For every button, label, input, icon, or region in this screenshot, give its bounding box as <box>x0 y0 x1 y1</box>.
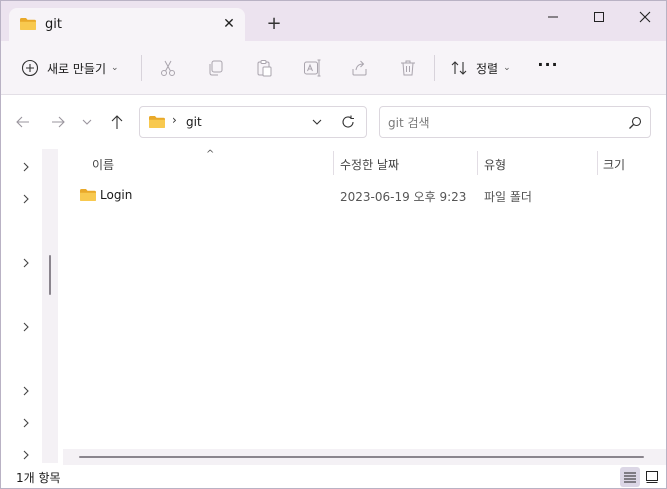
column-divider[interactable] <box>597 151 598 175</box>
horizontal-scrollbar[interactable] <box>63 449 666 465</box>
search-box[interactable] <box>379 106 651 138</box>
expand-chevron-icon[interactable] <box>19 384 33 398</box>
tab-title: git <box>45 17 62 32</box>
close-icon <box>639 11 651 23</box>
expand-chevron-icon[interactable] <box>19 448 33 462</box>
column-header-size[interactable]: 크기 <box>603 156 625 173</box>
navigation-pane-scrollbar[interactable] <box>42 149 58 463</box>
file-explorer-window: git ✕ + 새로 만들기 ⌄ 정렬 ⌄ ··· › git git 검색 ^… <box>0 0 667 489</box>
chevron-down-icon: ⌄ <box>111 63 119 73</box>
table-row[interactable]: Login 2023-06-19 오후 9:23 파일 폴더 <box>63 183 663 207</box>
row-type: 파일 폴더 <box>484 190 532 204</box>
command-bar: 새로 만들기 ⌄ 정렬 ⌄ ··· <box>1 41 666 95</box>
recent-locations-chevron-icon[interactable] <box>80 113 94 131</box>
chevron-down-icon: ⌄ <box>503 63 511 73</box>
maximize-button[interactable] <box>576 1 622 33</box>
expand-chevron-icon[interactable] <box>19 192 33 206</box>
tiles-view-icon <box>646 471 658 483</box>
column-divider[interactable] <box>333 151 334 175</box>
minimize-icon <box>548 16 558 18</box>
tab-git[interactable]: git ✕ <box>9 8 245 41</box>
close-window-button[interactable] <box>622 1 666 33</box>
share-icon[interactable] <box>350 58 370 78</box>
paste-icon[interactable] <box>254 58 274 78</box>
folder-icon <box>80 189 96 201</box>
new-tab-button[interactable]: + <box>263 13 285 35</box>
column-header-date[interactable]: 수정한 날짜 <box>340 156 399 173</box>
expand-chevron-icon[interactable] <box>19 256 33 270</box>
toolbar-divider <box>434 55 435 81</box>
expand-chevron-icon[interactable] <box>19 160 33 174</box>
search-input[interactable] <box>388 113 618 133</box>
row-date: 2023-06-19 오후 9:23 <box>340 190 467 204</box>
sort-ascending-indicator: ^ <box>206 149 215 160</box>
scrollbar-thumb[interactable] <box>79 456 644 458</box>
chevron-down-icon[interactable] <box>310 115 324 129</box>
new-button-label: 새로 만들기 <box>47 61 107 76</box>
search-icon[interactable] <box>628 116 642 130</box>
folder-icon <box>20 18 36 30</box>
expand-chevron-icon[interactable] <box>19 320 33 334</box>
breadcrumb-git[interactable]: git <box>186 115 202 129</box>
back-arrow-icon[interactable] <box>14 113 32 131</box>
row-name: Login <box>100 188 133 202</box>
navigation-pane <box>1 149 61 463</box>
breadcrumb-separator: › <box>172 113 177 127</box>
item-count: 1개 항목 <box>16 471 61 485</box>
scrollbar-thumb[interactable] <box>49 255 51 295</box>
expand-chevron-icon[interactable] <box>19 416 33 430</box>
details-view-button[interactable] <box>620 467 640 487</box>
toolbar-divider <box>141 55 142 81</box>
column-header-type[interactable]: 유형 <box>484 156 506 173</box>
sort-button[interactable]: 정렬 ⌄ <box>450 57 511 79</box>
up-arrow-icon[interactable] <box>108 113 126 131</box>
cut-icon[interactable] <box>158 58 178 78</box>
status-bar: 1개 항목 <box>1 465 666 488</box>
folder-icon <box>149 116 165 128</box>
close-tab-button[interactable]: ✕ <box>219 14 239 34</box>
tiles-view-button[interactable] <box>642 467 662 487</box>
delete-icon[interactable] <box>398 58 418 78</box>
sort-arrows-icon <box>451 61 467 75</box>
forward-arrow-icon[interactable] <box>49 113 67 131</box>
new-button[interactable]: 새로 만들기 ⌄ <box>21 57 119 79</box>
refresh-icon[interactable] <box>340 114 356 130</box>
address-row: › git <box>1 96 666 148</box>
plus-circle-icon <box>21 59 39 77</box>
rename-icon[interactable] <box>302 58 322 78</box>
more-options-button[interactable]: ··· <box>536 55 560 79</box>
maximize-icon <box>594 12 604 22</box>
address-bar[interactable]: › git <box>139 106 367 138</box>
copy-icon[interactable] <box>206 58 226 78</box>
sort-button-label: 정렬 <box>476 61 499 76</box>
details-view-icon <box>624 472 636 483</box>
title-bar: git ✕ + <box>1 1 666 41</box>
minimize-button[interactable] <box>530 1 576 33</box>
column-header-name[interactable]: 이름 <box>92 156 114 173</box>
column-divider[interactable] <box>477 151 478 175</box>
file-list: ^ 이름 수정한 날짜 유형 크기 Login 2023-06-19 오후 9:… <box>63 149 666 463</box>
